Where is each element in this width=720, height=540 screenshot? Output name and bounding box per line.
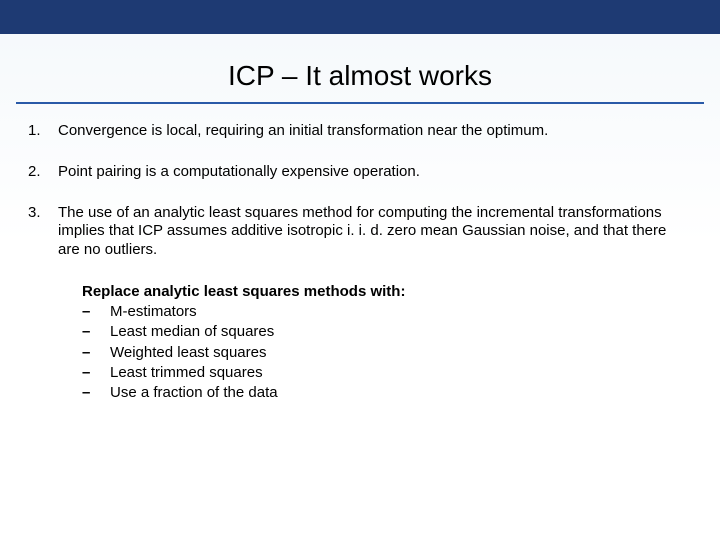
item-number: 1. (28, 122, 58, 141)
dash-icon: – (82, 363, 110, 383)
sub-text: Weighted least squares (110, 343, 266, 363)
slide-body: 1. Convergence is local, requiring an in… (0, 122, 720, 403)
list-item: 1. Convergence is local, requiring an in… (28, 122, 692, 141)
list-item: 3. The use of an analytic least squares … (28, 204, 692, 260)
sub-text: M-estimators (110, 302, 197, 322)
dash-icon: – (82, 322, 110, 342)
sub-text: Use a fraction of the data (110, 383, 278, 403)
replace-block: Replace analytic least squares methods w… (82, 282, 692, 404)
sub-item: – Use a fraction of the data (82, 383, 692, 403)
sub-item: – Least median of squares (82, 322, 692, 342)
top-bar (0, 0, 720, 34)
item-number: 2. (28, 163, 58, 182)
slide-title: ICP – It almost works (0, 60, 720, 92)
sub-text: Least trimmed squares (110, 363, 263, 383)
sub-item: – Least trimmed squares (82, 363, 692, 383)
item-text: Convergence is local, requiring an initi… (58, 122, 692, 141)
slide: ICP – It almost works 1. Convergence is … (0, 0, 720, 540)
item-text: Point pairing is a computationally expen… (58, 163, 692, 182)
item-number: 3. (28, 204, 58, 260)
sub-item: – Weighted least squares (82, 343, 692, 363)
list-item: 2. Point pairing is a computationally ex… (28, 163, 692, 182)
sub-item: – M-estimators (82, 302, 692, 322)
sub-text: Least median of squares (110, 322, 274, 342)
replace-heading: Replace analytic least squares methods w… (82, 282, 692, 302)
dash-icon: – (82, 302, 110, 322)
dash-icon: – (82, 343, 110, 363)
item-text: The use of an analytic least squares met… (58, 204, 692, 260)
title-rule (16, 102, 704, 104)
dash-icon: – (82, 383, 110, 403)
